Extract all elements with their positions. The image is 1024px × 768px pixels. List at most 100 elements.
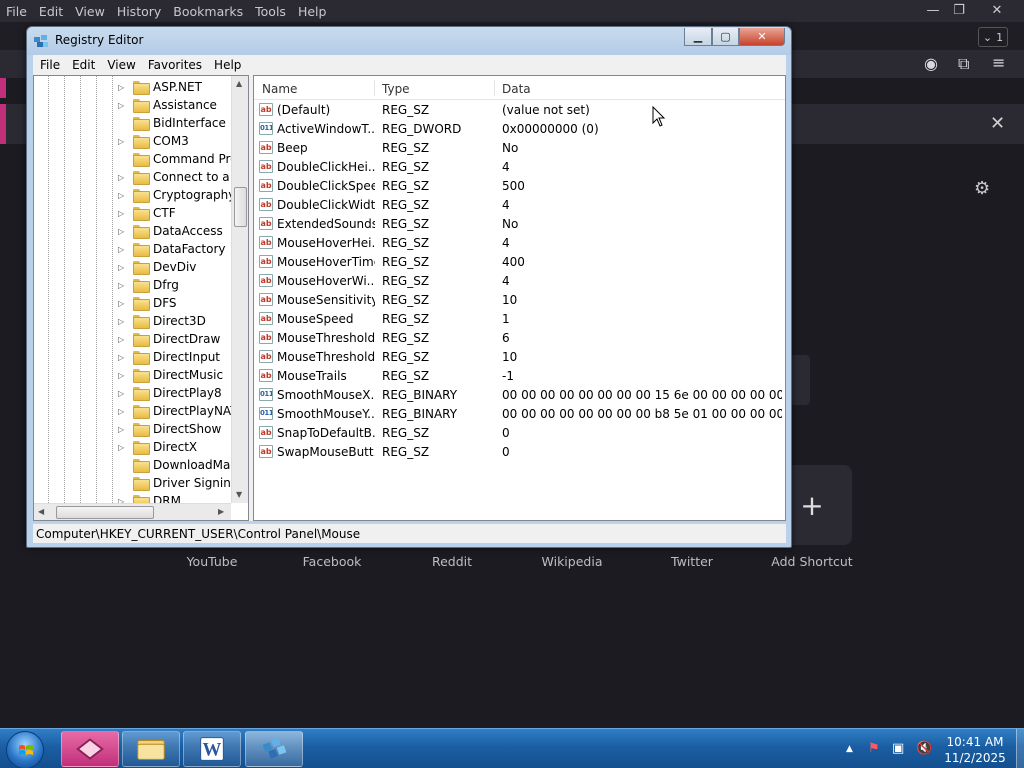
- browser-close-icon[interactable]: ✕: [984, 0, 1010, 20]
- expand-arrow-icon[interactable]: ▷: [118, 335, 127, 344]
- value-row[interactable]: ab MouseSensitivity REG_SZ 10: [254, 290, 785, 309]
- tree-item[interactable]: ▷ DirectDraw: [118, 330, 220, 348]
- tree-horizontal-scrollbar[interactable]: ◀ ▶: [34, 503, 231, 520]
- tree-item[interactable]: ▷ DataFactory: [118, 240, 226, 258]
- expand-arrow-icon[interactable]: ▷: [118, 317, 127, 326]
- tree-item[interactable]: ▷ DevDiv: [118, 258, 196, 276]
- menu-favorites[interactable]: Favorites: [148, 58, 202, 72]
- browser-menu-file[interactable]: File: [6, 4, 27, 19]
- column-divider[interactable]: [374, 80, 375, 96]
- tree-item[interactable]: ▷ COM3: [118, 132, 189, 150]
- shortcut-youtube[interactable]: YouTube: [167, 554, 257, 569]
- tree-vertical-scrollbar[interactable]: ▲ ▼: [231, 76, 248, 503]
- tree-item[interactable]: ▷ CTF: [118, 204, 176, 222]
- value-row[interactable]: ab MouseSpeed REG_SZ 1: [254, 309, 785, 328]
- shortcut-reddit[interactable]: Reddit: [407, 554, 497, 569]
- menu-help[interactable]: Help: [214, 58, 241, 72]
- browser-menu-history[interactable]: History: [117, 4, 161, 19]
- tree-horizontal-thumb[interactable]: [56, 506, 154, 519]
- browser-menu-view[interactable]: View: [75, 4, 105, 19]
- tree-item[interactable]: DownloadMan: [118, 456, 238, 474]
- browser-minimize-icon[interactable]: —: [920, 0, 946, 20]
- expand-arrow-icon[interactable]: ▷: [118, 101, 127, 110]
- value-row[interactable]: ab DoubleClickHei... REG_SZ 4: [254, 157, 785, 176]
- expand-arrow-icon[interactable]: ▷: [118, 137, 127, 146]
- scroll-down-icon[interactable]: ▼: [236, 490, 242, 499]
- show-hidden-icons-icon[interactable]: ▲: [846, 744, 853, 754]
- expand-arrow-icon[interactable]: ▷: [118, 389, 127, 398]
- value-row[interactable]: ab MouseHoverWi... REG_SZ 4: [254, 271, 785, 290]
- expand-arrow-icon[interactable]: ▷: [118, 371, 127, 380]
- expand-arrow-icon[interactable]: ▷: [118, 407, 127, 416]
- expand-arrow-icon[interactable]: ▷: [118, 299, 127, 308]
- tree-item[interactable]: ▷ DirectPlayNATI: [118, 402, 241, 420]
- account-icon[interactable]: ◉: [924, 54, 938, 73]
- menu-edit[interactable]: Edit: [72, 58, 95, 72]
- taskbar-word-button[interactable]: W: [183, 731, 241, 767]
- tree-item[interactable]: ▷ DFS: [118, 294, 177, 312]
- tree-item[interactable]: ▷ Assistance: [118, 96, 217, 114]
- column-header-name[interactable]: Name: [262, 82, 297, 96]
- tree-item[interactable]: ▷ DataAccess: [118, 222, 223, 240]
- scroll-right-icon[interactable]: ▶: [218, 507, 224, 516]
- expand-arrow-icon[interactable]: ▷: [118, 227, 127, 236]
- close-button[interactable]: ✕: [739, 28, 785, 46]
- expand-arrow-icon[interactable]: ▷: [118, 263, 127, 272]
- taskbar-app-button[interactable]: [61, 731, 119, 767]
- tab-count-badge[interactable]: ⌄ 1: [978, 27, 1008, 47]
- browser-menu-edit[interactable]: Edit: [39, 4, 63, 19]
- expand-arrow-icon[interactable]: ▷: [118, 281, 127, 290]
- expand-arrow-icon[interactable]: ▷: [118, 245, 127, 254]
- registry-editor-titlebar[interactable]: Registry Editor ▁ ▢ ✕: [27, 27, 791, 55]
- values-list[interactable]: Name Type Data ab (Default) REG_SZ (value n…: [253, 75, 786, 521]
- expand-arrow-icon[interactable]: ▷: [118, 425, 127, 434]
- tree-item[interactable]: Driver Signing: [118, 474, 238, 492]
- browser-restore-icon[interactable]: ❐: [946, 0, 972, 20]
- value-row[interactable]: 011 ActiveWindowT... REG_DWORD 0x00000000 (…: [254, 119, 785, 138]
- value-row[interactable]: ab SwapMouseButt... REG_SZ 0: [254, 442, 785, 461]
- expand-arrow-icon[interactable]: ▷: [118, 83, 127, 92]
- tree-item[interactable]: ▷ DirectShow: [118, 420, 221, 438]
- tree-item[interactable]: BidInterface: [118, 114, 226, 132]
- menu-file[interactable]: File: [40, 58, 60, 72]
- tree-item[interactable]: ▷ Cryptography: [118, 186, 235, 204]
- taskbar-regedit-button[interactable]: [245, 731, 303, 767]
- value-row[interactable]: ab Beep REG_SZ No: [254, 138, 785, 157]
- tree-item[interactable]: ▷ DirectX: [118, 438, 197, 456]
- close-icon[interactable]: ✕: [990, 113, 1005, 134]
- tree-item[interactable]: ▷ Connect to a N: [118, 168, 242, 186]
- browser-menu-help[interactable]: Help: [298, 4, 327, 19]
- value-row[interactable]: ab MouseTrails REG_SZ -1: [254, 366, 785, 385]
- shortcut-twitter[interactable]: Twitter: [647, 554, 737, 569]
- menu-icon[interactable]: ≡: [992, 53, 1005, 72]
- shortcut-facebook[interactable]: Facebook: [287, 554, 377, 569]
- browser-menu-tools[interactable]: Tools: [255, 4, 286, 19]
- browser-menu-bookmarks[interactable]: Bookmarks: [173, 4, 243, 19]
- key-tree[interactable]: ▷ ASP.NET ▷ Assistance BidInterface ▷ COM3 Comm…: [33, 75, 249, 521]
- expand-arrow-icon[interactable]: ▷: [118, 353, 127, 362]
- tree-item[interactable]: ▷ DirectMusic: [118, 366, 223, 384]
- tree-item[interactable]: ▷ DirectPlay8: [118, 384, 222, 402]
- extensions-icon[interactable]: ⧉: [958, 54, 969, 74]
- value-row[interactable]: 011 SmoothMouseX... REG_BINARY 00 00 00 00 …: [254, 385, 785, 404]
- volume-muted-icon[interactable]: 🔇: [916, 741, 932, 756]
- expand-arrow-icon[interactable]: ▷: [118, 443, 127, 452]
- value-row[interactable]: ab (Default) REG_SZ (value not set): [254, 100, 785, 119]
- tree-item[interactable]: ▷ Dfrg: [118, 276, 179, 294]
- column-header-type[interactable]: Type: [382, 82, 410, 96]
- value-row[interactable]: ab DoubleClickSpeed REG_SZ 500: [254, 176, 785, 195]
- scroll-left-icon[interactable]: ◀: [38, 507, 44, 516]
- tree-vertical-thumb[interactable]: [234, 187, 247, 227]
- value-row[interactable]: ab MouseThreshold2 REG_SZ 10: [254, 347, 785, 366]
- gear-icon[interactable]: ⚙: [974, 178, 990, 199]
- scroll-up-icon[interactable]: ▲: [236, 79, 242, 88]
- value-row[interactable]: ab SnapToDefaultB... REG_SZ 0: [254, 423, 785, 442]
- tree-item[interactable]: ▷ Direct3D: [118, 312, 206, 330]
- start-button[interactable]: [6, 731, 44, 768]
- value-row[interactable]: ab MouseThreshold1 REG_SZ 6: [254, 328, 785, 347]
- taskbar-explorer-button[interactable]: [122, 731, 180, 767]
- maximize-button[interactable]: ▢: [712, 28, 739, 46]
- tree-item[interactable]: ▷ DirectInput: [118, 348, 220, 366]
- value-row[interactable]: ab MouseHoverTime REG_SZ 400: [254, 252, 785, 271]
- column-header-data[interactable]: Data: [502, 82, 531, 96]
